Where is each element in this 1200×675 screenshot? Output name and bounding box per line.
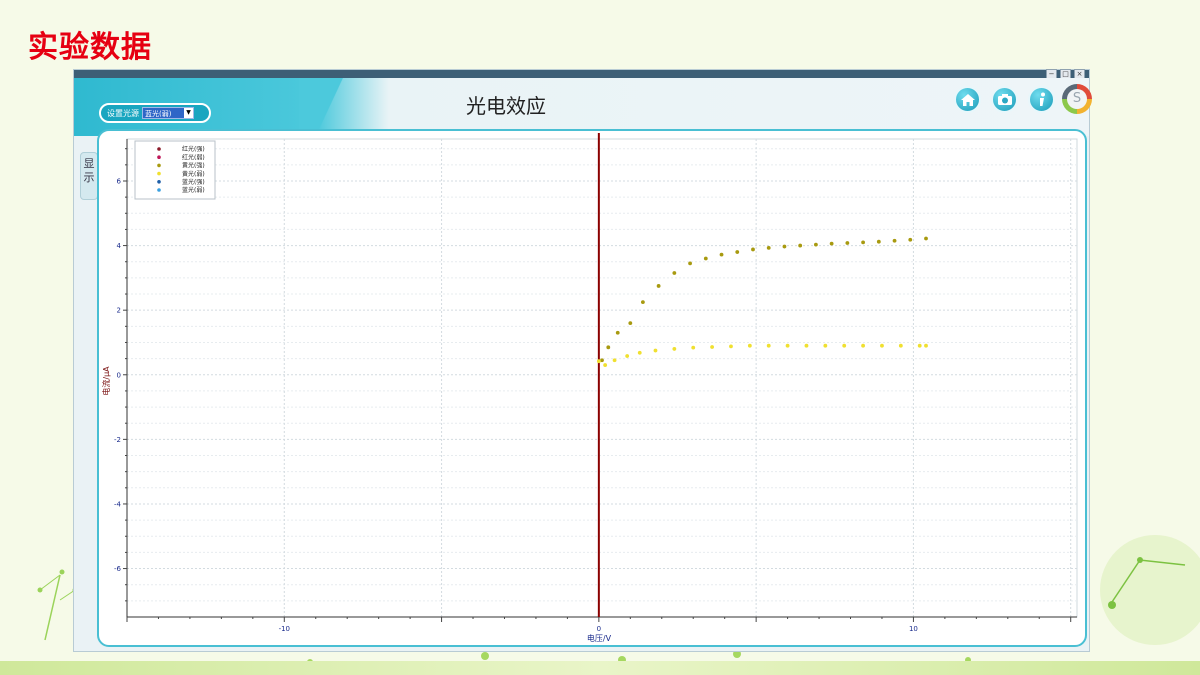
home-button[interactable]: [954, 86, 981, 113]
info-icon: [1039, 92, 1045, 106]
data-point: [842, 343, 847, 348]
legend-label: 黄光(弱): [182, 170, 205, 178]
legend-label: 黄光(强): [182, 162, 205, 170]
data-point: [735, 250, 740, 254]
slide-title: 实验数据: [28, 30, 152, 65]
data-point: [924, 343, 928, 348]
data-point: [656, 284, 661, 288]
chart-legend: 红光(强)红光(弱)黄光(强)黄光(弱)蓝光(强)蓝光(弱): [134, 140, 216, 200]
x-tick-label: 0: [597, 625, 601, 633]
legend-marker: [157, 171, 161, 176]
data-point: [845, 241, 850, 245]
y-tick-label: -4: [114, 500, 122, 508]
legend-marker: [157, 180, 161, 184]
settings-spinner-icon: S: [1067, 89, 1087, 109]
data-point: [625, 354, 630, 358]
app-header: [74, 78, 1089, 136]
data-point: [814, 242, 818, 247]
data-point: [691, 345, 696, 350]
legend-marker: [157, 188, 161, 192]
y-tick-label: -6: [114, 565, 122, 573]
data-point: [703, 256, 708, 261]
data-point: [785, 343, 790, 348]
data-point: [672, 347, 677, 351]
info-button[interactable]: [1028, 86, 1055, 113]
data-point: [766, 343, 771, 348]
legend-label: 红光(强): [182, 145, 205, 153]
legend-marker: [157, 155, 161, 159]
data-point: [751, 247, 755, 252]
data-point: [606, 345, 611, 350]
data-point: [710, 345, 714, 349]
app-title: 光电效应: [466, 94, 546, 118]
data-point: [747, 343, 752, 348]
chart-grid: [126, 138, 1078, 618]
settings-spinner-button[interactable]: S: [1062, 84, 1092, 114]
data-point: [892, 238, 897, 243]
data-point: [729, 344, 733, 349]
data-point: [823, 343, 828, 348]
data-point: [766, 245, 771, 250]
data-point: [829, 241, 834, 246]
plot-area: [126, 138, 1078, 618]
x-tick-label: 10: [909, 625, 918, 633]
data-point: [917, 343, 922, 348]
data-point: [637, 350, 642, 355]
y-tick-label: 4: [117, 242, 122, 250]
camera-button[interactable]: [991, 86, 1018, 113]
data-point: [908, 237, 913, 242]
legend-label: 蓝光(强): [182, 178, 205, 186]
data-point: [615, 330, 620, 335]
data-point: [804, 343, 809, 348]
data-point: [628, 321, 633, 325]
data-point: [924, 236, 928, 241]
data-point: [898, 343, 903, 348]
light-source-dropdown[interactable]: 蓝光(弱) ▼: [142, 107, 194, 119]
data-point: [782, 244, 787, 249]
data-point: [688, 261, 692, 266]
camera-icon: [997, 94, 1012, 105]
light-source-label: 设置光源: [107, 108, 139, 118]
data-point: [596, 359, 601, 364]
y-tick-label: 2: [117, 307, 121, 315]
data-point: [861, 240, 865, 245]
data-point: [880, 343, 884, 348]
display-side-tab[interactable]: 显示: [80, 152, 98, 200]
data-point: [861, 343, 865, 348]
y-tick-label: 6: [117, 177, 122, 185]
data-point: [653, 348, 658, 353]
data-point: [719, 252, 724, 257]
bottom-band: [0, 661, 1200, 675]
legend-label: 蓝光(弱): [182, 186, 205, 194]
y-axis-label: 电流/μA: [101, 366, 111, 396]
header-accent: [299, 78, 359, 136]
y-tick-label: -2: [114, 436, 121, 444]
y-tick-label: 0: [117, 371, 121, 379]
data-point: [798, 243, 803, 248]
iv-chart[interactable]: -10 0 10-6-4-20246 红光(强)红光(弱)黄光(强)黄光(弱)蓝光(…: [99, 131, 1085, 645]
data-point: [876, 239, 881, 244]
app-window: − □ × 设置光源 蓝光(弱) ▼ 光电效应 S 显示 -10 0 10 -6…: [73, 69, 1092, 652]
legend-label: 红光(弱): [182, 153, 205, 161]
data-point: [603, 363, 608, 367]
dropdown-arrow-icon[interactable]: ▼: [184, 108, 193, 118]
light-source-value: 蓝光(弱): [145, 110, 172, 118]
data-point: [672, 271, 677, 275]
home-icon: [960, 93, 975, 106]
window-titlebar: [74, 70, 1089, 78]
chart-frame: -10 0 10 -6 -4 -2 0 2 4 6 红光(强) 红光(弱) 黄光(强) 黄光(弱) 蓝光(…: [97, 129, 1087, 647]
legend-marker: [157, 163, 161, 168]
data-point: [612, 358, 617, 363]
x-tick-label: -10: [279, 625, 290, 633]
x-axis-label: 电压/V: [587, 633, 612, 643]
data-point: [640, 300, 645, 305]
legend-marker: [157, 147, 161, 151]
light-source-selector: 设置光源 蓝光(弱) ▼: [99, 103, 211, 123]
